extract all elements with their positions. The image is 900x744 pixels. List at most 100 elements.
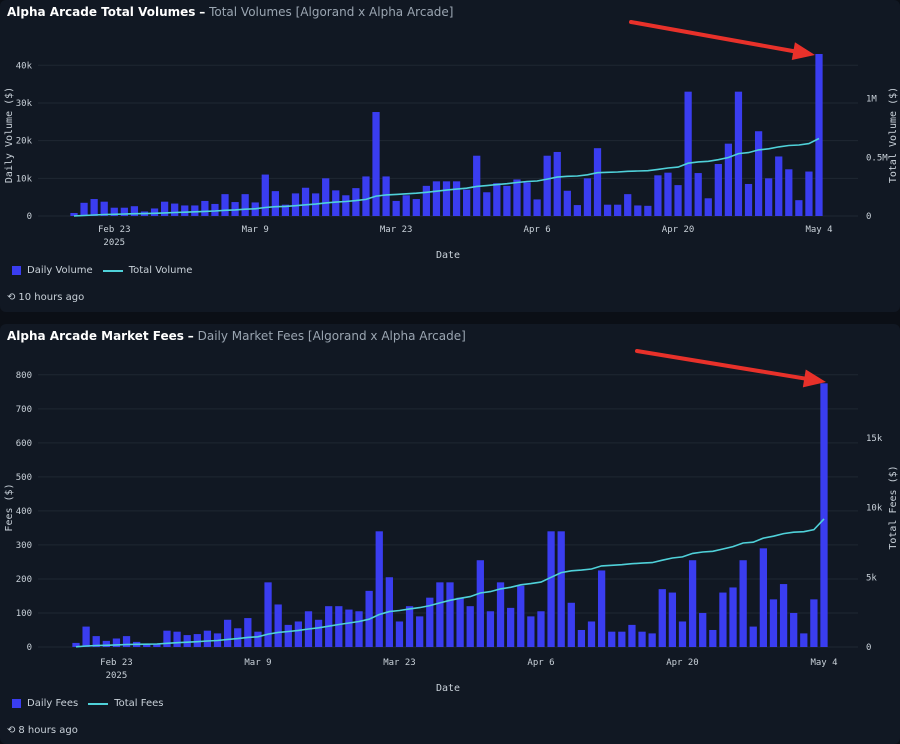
bar[interactable]	[725, 144, 732, 216]
bar[interactable]	[705, 198, 712, 216]
bar[interactable]	[352, 188, 359, 216]
bar[interactable]	[91, 199, 98, 216]
bar[interactable]	[649, 633, 656, 647]
bar[interactable]	[679, 621, 686, 647]
bar[interactable]	[184, 635, 191, 647]
bar[interactable]	[453, 181, 460, 216]
bar[interactable]	[493, 183, 500, 216]
bar[interactable]	[795, 200, 802, 216]
bar[interactable]	[598, 570, 605, 647]
bar[interactable]	[564, 191, 571, 216]
bar[interactable]	[483, 192, 490, 216]
bar[interactable]	[604, 205, 611, 216]
bar[interactable]	[275, 604, 282, 647]
bar[interactable]	[406, 606, 413, 647]
bar[interactable]	[436, 582, 443, 647]
bar[interactable]	[765, 178, 772, 216]
bar[interactable]	[537, 611, 544, 647]
bar[interactable]	[302, 188, 309, 216]
bar[interactable]	[446, 582, 453, 647]
bar[interactable]	[547, 531, 554, 647]
bar[interactable]	[618, 632, 625, 647]
bar[interactable]	[614, 205, 621, 216]
bar[interactable]	[790, 613, 797, 647]
bar[interactable]	[456, 598, 463, 647]
legend-daily-volume[interactable]: Daily Volume	[27, 265, 93, 276]
bar[interactable]	[755, 131, 762, 216]
bar[interactable]	[315, 620, 322, 647]
bar[interactable]	[463, 190, 470, 216]
bar[interactable]	[689, 560, 696, 647]
bar[interactable]	[527, 616, 534, 647]
bar[interactable]	[413, 199, 420, 216]
bar[interactable]	[624, 194, 631, 216]
bar[interactable]	[820, 383, 827, 647]
bar[interactable]	[664, 173, 671, 216]
bar[interactable]	[204, 631, 211, 647]
bar[interactable]	[173, 632, 180, 647]
bar[interactable]	[264, 582, 271, 647]
bar[interactable]	[588, 621, 595, 647]
bar[interactable]	[467, 606, 474, 647]
bar[interactable]	[194, 634, 201, 647]
bar[interactable]	[709, 630, 716, 647]
bar[interactable]	[171, 204, 178, 216]
bar[interactable]	[594, 148, 601, 216]
legend-daily-fees[interactable]: Daily Fees	[27, 698, 78, 709]
bar[interactable]	[224, 620, 231, 647]
bar[interactable]	[322, 178, 329, 216]
legend-total-volume[interactable]: Total Volume	[129, 265, 193, 276]
bar[interactable]	[423, 186, 430, 216]
bar[interactable]	[416, 616, 423, 647]
bar[interactable]	[574, 205, 581, 216]
bar[interactable]	[544, 156, 551, 216]
bar[interactable]	[181, 205, 188, 216]
bar[interactable]	[244, 618, 251, 647]
bar[interactable]	[715, 164, 722, 216]
bar[interactable]	[638, 632, 645, 647]
bar[interactable]	[382, 176, 389, 216]
bar[interactable]	[644, 206, 651, 216]
bar[interactable]	[634, 205, 641, 216]
bar[interactable]	[201, 201, 208, 216]
bar[interactable]	[770, 599, 777, 647]
bar[interactable]	[151, 208, 158, 216]
bar[interactable]	[503, 186, 510, 216]
bar[interactable]	[242, 194, 249, 216]
bar[interactable]	[674, 185, 681, 216]
bar[interactable]	[433, 181, 440, 216]
bar[interactable]	[372, 112, 379, 216]
bar[interactable]	[584, 178, 591, 216]
bar[interactable]	[262, 175, 269, 216]
bar[interactable]	[211, 204, 218, 216]
bar[interactable]	[221, 194, 228, 216]
bar[interactable]	[760, 548, 767, 647]
bar[interactable]	[254, 632, 261, 647]
bar[interactable]	[443, 181, 450, 216]
bar[interactable]	[699, 613, 706, 647]
bar[interactable]	[507, 608, 514, 647]
bar[interactable]	[669, 593, 676, 647]
bar[interactable]	[775, 156, 782, 216]
bar[interactable]	[272, 191, 279, 216]
bar[interactable]	[80, 203, 87, 216]
bar[interactable]	[805, 172, 812, 216]
bar[interactable]	[393, 201, 400, 216]
bar[interactable]	[191, 205, 198, 216]
bar[interactable]	[800, 633, 807, 647]
bar[interactable]	[729, 587, 736, 647]
bar[interactable]	[362, 176, 369, 216]
bar[interactable]	[554, 152, 561, 216]
bar[interactable]	[684, 92, 691, 216]
bar[interactable]	[719, 593, 726, 647]
bar[interactable]	[295, 621, 302, 647]
bar[interactable]	[82, 627, 89, 647]
bar[interactable]	[654, 175, 661, 216]
bar[interactable]	[335, 606, 342, 647]
bar[interactable]	[608, 632, 615, 647]
bar[interactable]	[628, 625, 635, 647]
bar[interactable]	[739, 560, 746, 647]
bar[interactable]	[523, 182, 530, 216]
bar[interactable]	[285, 625, 292, 647]
bar[interactable]	[780, 584, 787, 647]
